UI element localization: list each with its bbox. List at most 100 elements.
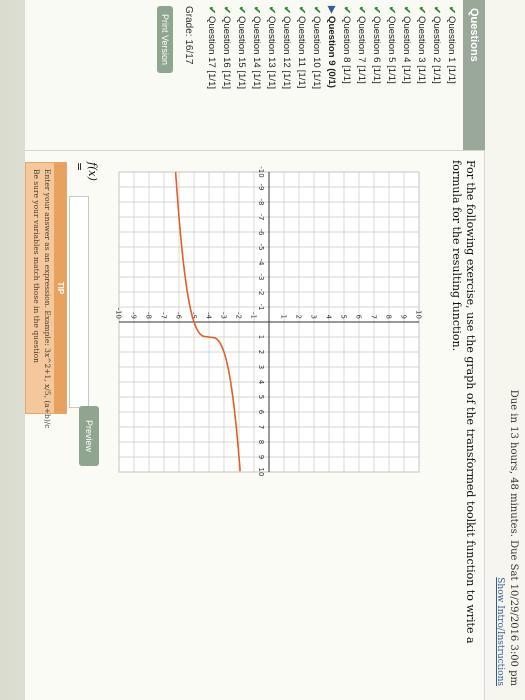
questions-panel-title: Questions (463, 0, 485, 150)
x-tick-label: 4 (257, 380, 265, 385)
answer-row: f(x) = (69, 162, 99, 408)
y-tick-label: -3 (220, 312, 228, 319)
question-item-10[interactable]: ✔Question 10 [1/1] (309, 0, 324, 150)
question-item-12[interactable]: ✔Question 12 [1/1] (279, 0, 294, 150)
question-item-label: Question 2 [1/1] (431, 16, 442, 84)
x-tick-label: 9 (257, 455, 265, 459)
y-tick-label: 9 (400, 315, 408, 319)
x-tick-label: -9 (257, 184, 265, 191)
y-tick-label: -7 (160, 312, 168, 319)
y-tick-label: -1 (250, 312, 258, 319)
checkmark-icon: ✔ (311, 6, 322, 15)
x-tick-label: 1 (257, 335, 265, 339)
y-tick-label: 10 (415, 310, 423, 319)
grade-text: Grade: 16/17 (183, 6, 194, 65)
x-tick-label: -1 (257, 304, 265, 311)
x-tick-label: -6 (257, 229, 265, 237)
show-intro-link[interactable]: Show Intro/Instructions (495, 577, 505, 686)
question-item-3[interactable]: ✔Question 3 [1/1] (414, 0, 429, 150)
y-tick-label: -8 (145, 312, 153, 319)
question-item-label: Question 10 [1/1] (311, 16, 322, 90)
x-tick-label: -8 (257, 199, 265, 206)
preview-button[interactable]: Preview (79, 406, 99, 466)
y-tick-label: -2 (235, 312, 243, 319)
question-item-13[interactable]: ✔Question 13 [1/1] (264, 0, 279, 150)
x-tick-label: 7 (257, 425, 265, 429)
question-item-14[interactable]: ✔Question 14 [1/1] (249, 0, 264, 150)
y-tick-label: 3 (310, 315, 318, 319)
y-tick-label: 4 (325, 315, 333, 320)
question-item-label: Question 12 [1/1] (281, 16, 292, 90)
question-item-label: Question 7 [1/1] (356, 16, 367, 84)
x-tick-label: -5 (257, 244, 265, 251)
question-item-6[interactable]: ✔Question 6 [1/1] (369, 0, 384, 150)
checkmark-icon: ✔ (221, 6, 232, 15)
answer-label: f(x) = (73, 162, 99, 181)
question-item-label: Question 1 [1/1] (446, 16, 457, 84)
checkmark-icon: ✔ (431, 6, 442, 15)
question-item-label: Question 15 [1/1] (236, 16, 247, 90)
y-tick-label: 8 (385, 315, 393, 319)
checkmark-icon: ✔ (236, 6, 247, 15)
due-date-text: Due in 13 hours, 48 minutes. Due Sat 10/… (508, 389, 519, 686)
questions-panel: Questions ✔Question 1 [1/1] ✔Question 2 [… (25, 0, 485, 151)
content-area: Questions ✔Question 1 [1/1] ✔Question 2 [… (25, 0, 485, 700)
question-item-11[interactable]: ✔Question 11 [1/1] (294, 0, 309, 150)
x-tick-label: -10 (257, 166, 265, 177)
checkmark-icon: ✔ (371, 6, 382, 15)
question-item-label: Question 14 [1/1] (251, 16, 262, 90)
y-tick-label: 1 (280, 315, 288, 319)
question-item-9[interactable]: ▶ Question 9 (0/1) (324, 0, 339, 150)
question-item-label: Question 8 [1/1] (341, 16, 352, 84)
tip-title: TIP (54, 163, 66, 413)
y-tick-label: -9 (130, 312, 138, 319)
header-bar: Due in 13 hours, 48 minutes. Due Sat 10/… (484, 0, 525, 700)
tip-line-2: Be sure your variables match those in th… (32, 169, 41, 364)
checkmark-icon: ✔ (251, 6, 262, 15)
checkmark-icon: ✔ (416, 6, 427, 15)
question-item-16[interactable]: ✔Question 16 [1/1] (219, 0, 234, 150)
browser-screen: Due in 13 hours, 48 minutes. Due Sat 10/… (25, 0, 525, 700)
x-tick-label: 10 (257, 468, 265, 477)
question-item-label: Question 3 [1/1] (416, 16, 427, 84)
checkmark-icon: ✔ (206, 6, 217, 15)
y-tick-label: -4 (205, 312, 213, 320)
question-item-label: Question 9 (0/1) (326, 16, 337, 88)
function-graph: -10 -9 -8 -7 -6 -5 -4 -3 -2 -1 1 2 3 4 5 6 7 8 9 10 10 9 8 7 6 5 4… (115, 166, 423, 477)
x-tick-label: 3 (257, 365, 265, 369)
question-item-1[interactable]: ✔Question 1 [1/1] (444, 0, 459, 150)
x-tick-label: -2 (257, 289, 265, 296)
arrow-right-icon: ▶ (326, 6, 337, 14)
y-tick-label: 6 (355, 315, 363, 320)
checkmark-icon: ✔ (281, 6, 292, 15)
answer-input[interactable] (69, 195, 89, 408)
x-tick-label: 2 (257, 350, 265, 354)
checkmark-icon: ✔ (446, 6, 457, 15)
checkmark-icon: ✔ (386, 6, 397, 15)
x-tick-label: 5 (257, 395, 265, 399)
checkmark-icon: ✔ (401, 6, 412, 15)
checkmark-icon: ✔ (356, 6, 367, 15)
question-main: For the following exercise, use the grap… (25, 160, 477, 690)
question-item-8[interactable]: ✔Question 8 [1/1] (339, 0, 354, 150)
question-item-7[interactable]: ✔Question 7 [1/1] (354, 0, 369, 150)
question-item-label: Question 17 [1/1] (206, 16, 217, 90)
question-item-label: Question 13 [1/1] (266, 16, 277, 90)
y-tick-label: 5 (340, 315, 348, 319)
question-list: ✔Question 1 [1/1] ✔Question 2 [1/1] ✔Quest… (204, 0, 463, 150)
question-item-15[interactable]: ✔Question 15 [1/1] (234, 0, 249, 150)
print-version-button[interactable]: Print Version (157, 6, 173, 74)
question-item-label: Question 5 [1/1] (386, 16, 397, 84)
question-item-label: Question 11 [1/1] (296, 16, 307, 89)
y-tick-label: -10 (115, 308, 123, 319)
question-item-17[interactable]: ✔Question 17 [1/1] (204, 0, 219, 150)
question-prompt: For the following exercise, use the grap… (450, 160, 477, 644)
question-item-2[interactable]: ✔Question 2 [1/1] (429, 0, 444, 150)
tip-line-1: Enter your answer as an expression. Exam… (43, 169, 52, 429)
x-tick-label: 8 (257, 440, 265, 444)
y-tick-label: 2 (295, 315, 303, 319)
x-tick-label: -7 (257, 214, 265, 221)
question-item-5[interactable]: ✔Question 5 [1/1] (384, 0, 399, 150)
tip-box: TIP Enter your answer as an expression. … (25, 162, 67, 429)
question-item-4[interactable]: ✔Question 4 [1/1] (399, 0, 414, 150)
